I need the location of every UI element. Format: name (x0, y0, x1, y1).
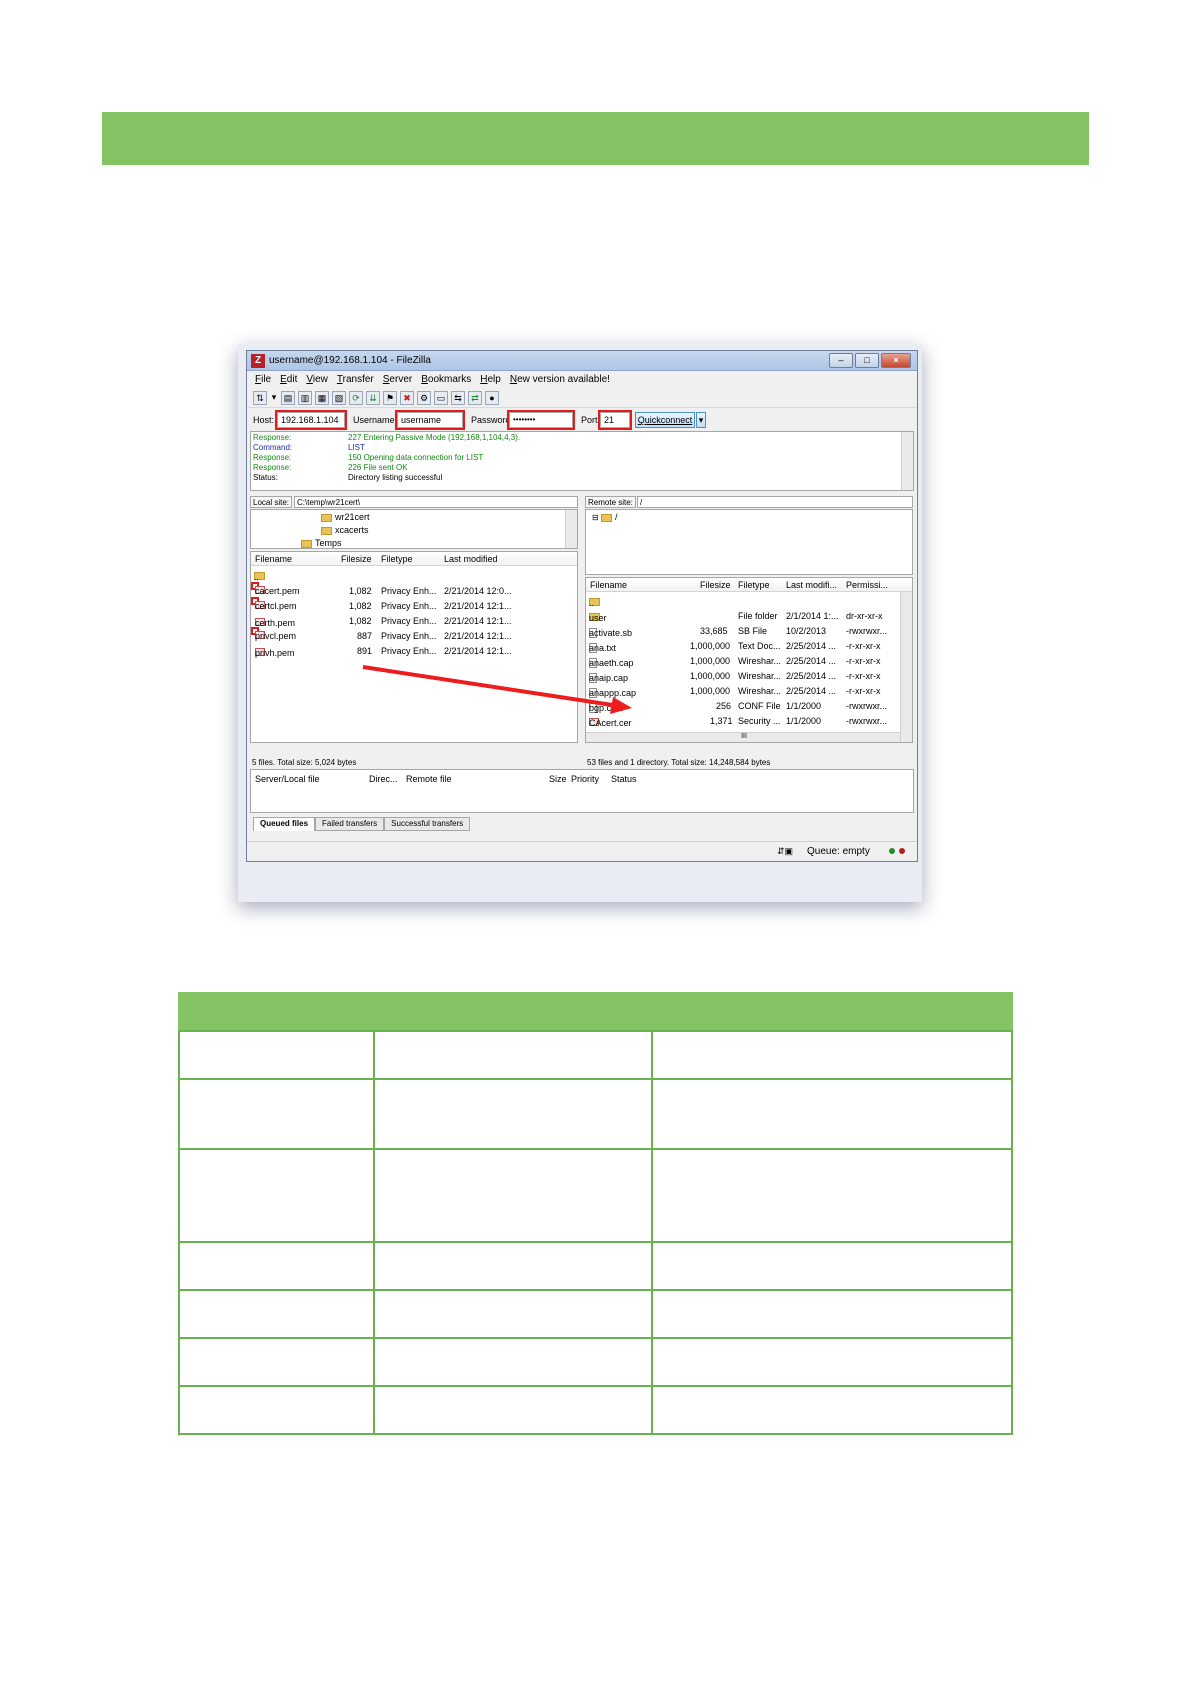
table-row-divider (178, 1241, 1013, 1243)
queue-status: Queue: empty (807, 846, 870, 857)
queue-tabs: Queued files Failed transfers Successful… (253, 817, 471, 831)
table-row-divider (178, 1289, 1013, 1291)
queue-icon: ⇵▣ (777, 846, 794, 856)
table-header-bar (178, 992, 1013, 1030)
tab-successful-transfers[interactable]: Successful transfers (384, 817, 471, 831)
column-size[interactable]: Size (549, 774, 567, 784)
column-server-local-file[interactable]: Server/Local file (255, 774, 320, 784)
table-row-divider (178, 1148, 1013, 1150)
table-column-divider (651, 1030, 653, 1435)
table-row-divider (178, 1078, 1013, 1080)
table-row-divider (178, 1030, 1013, 1032)
table-left-border (178, 1030, 180, 1435)
table-row-divider (178, 1385, 1013, 1387)
status-led-green-icon (889, 848, 895, 854)
table-row-divider (178, 1337, 1013, 1339)
table-bottom-border (178, 1433, 1013, 1435)
column-priority[interactable]: Priority (571, 774, 599, 784)
table-column-divider (373, 1030, 375, 1435)
filezilla-window: Z username@192.168.1.104 - FileZilla – □… (246, 350, 918, 862)
column-status[interactable]: Status (611, 774, 637, 784)
table-right-border (1011, 1030, 1013, 1435)
tab-failed-transfers[interactable]: Failed transfers (315, 817, 385, 831)
tab-queued-files[interactable]: Queued files (253, 817, 316, 831)
column-remote-file[interactable]: Remote file (406, 774, 452, 784)
status-led-red-icon (899, 848, 905, 854)
section-header-bar (102, 112, 1089, 165)
column-direction[interactable]: Direc... (369, 774, 398, 784)
transfer-queue[interactable]: Server/Local file Direc... Remote file S… (250, 769, 914, 813)
status-bar: ⇵▣ Queue: empty (247, 841, 917, 861)
